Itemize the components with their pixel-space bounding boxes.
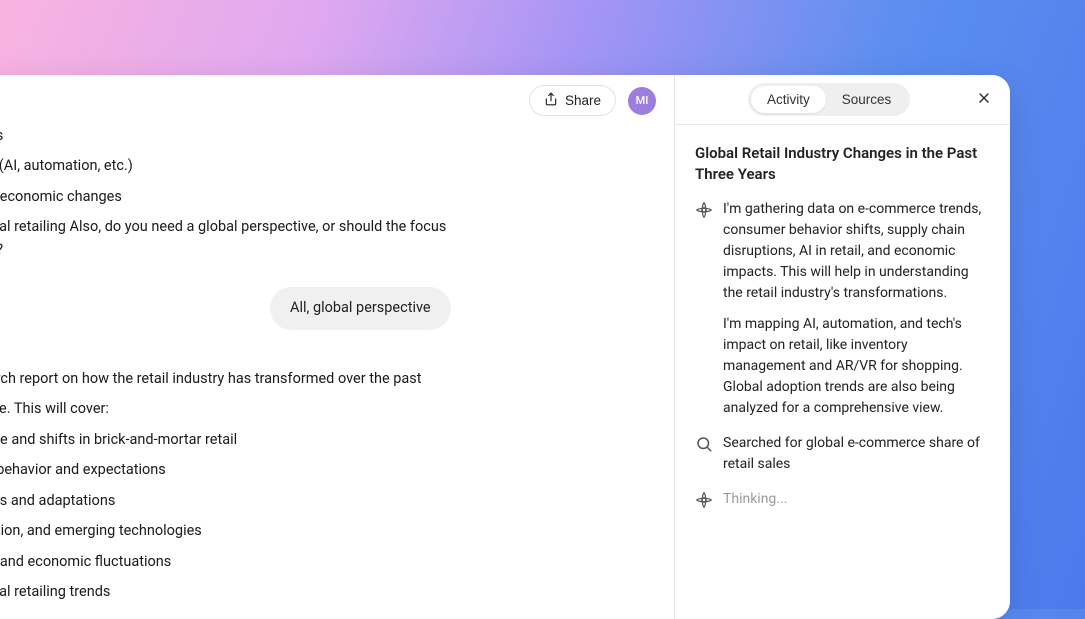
topbar: Share MI [529,85,656,116]
activity-title: Global Retail Industry Changes in the Pa… [695,143,990,185]
search-icon [695,435,713,453]
tabs: Activity Sources [748,83,910,116]
conv-bullet: on and economic fluctuations [0,551,656,573]
share-icon [544,92,558,109]
conv-question: hical retailing Also, do you need a glob… [0,216,450,261]
side-content: Global Retail Industry Changes in the Pa… [675,125,1010,542]
share-label: Share [565,93,601,108]
conv-bullet: ions and adaptations [0,490,656,512]
conv-line: es (AI, automation, etc.) [0,155,656,177]
conv-bullet: er behavior and expectations [0,459,656,481]
conversation: ges es (AI, automation, etc.) nd economi… [0,125,656,612]
side-header: Activity Sources [675,75,1010,125]
side-panel: Activity Sources Global Retail Industry … [675,75,1010,619]
close-icon [976,94,992,109]
activity-search-item: Searched for global e-commerce share of … [695,433,990,475]
share-button[interactable]: Share [529,85,616,116]
activity-thinking-item: Thinking... [695,489,990,510]
app-window: Share MI ges es (AI, automation, etc.) n… [0,75,1010,619]
ai-icon [695,201,713,219]
avatar[interactable]: MI [628,87,656,115]
conv-bullet: nation, and emerging technologies [0,520,656,542]
tab-sources[interactable]: Sources [826,86,908,113]
tab-activity[interactable]: Activity [751,86,826,113]
conv-bullet: hical retailing trends [0,581,656,603]
conv-line: ges [0,125,656,147]
spinner-icon [695,491,713,509]
close-button[interactable] [972,86,996,113]
conv-line: nd economic changes [0,186,656,208]
activity-text: I'm gathering data on e-commerce trends,… [723,199,990,419]
conv-line: cale. This will cover: [0,398,656,420]
conv-line: earch report on how the retail industry … [0,368,656,390]
user-response-pill: All, global perspective [270,287,451,329]
activity-item: I'm gathering data on e-commerce trends,… [695,199,990,419]
conv-bullet: erce and shifts in brick-and-mortar reta… [0,429,656,451]
thinking-text: Thinking... [723,489,990,510]
main-pane: Share MI ges es (AI, automation, etc.) n… [0,75,675,619]
activity-search-text: Searched for global e-commerce share of … [723,433,990,475]
